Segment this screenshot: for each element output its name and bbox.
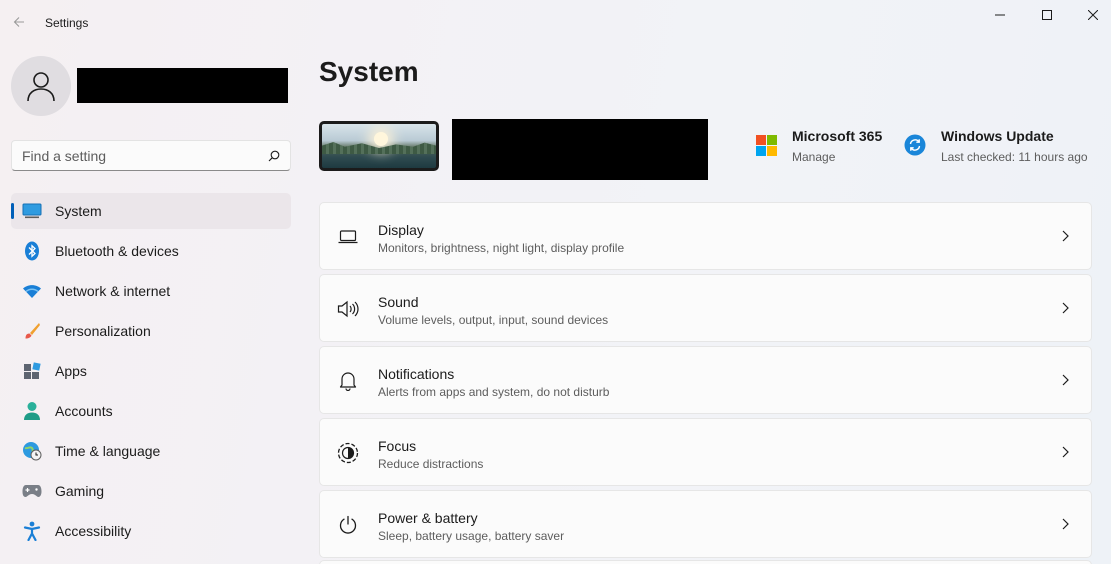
card-notifications[interactable]: Notifications Alerts from apps and syste… <box>319 346 1092 414</box>
card-subtitle: Monitors, brightness, night light, displ… <box>378 241 625 255</box>
sidebar-item-time-language[interactable]: Time & language <box>11 433 291 469</box>
microsoft365-subtitle: Manage <box>792 150 836 164</box>
minimize-icon <box>995 14 1005 16</box>
card-title: Power & battery <box>378 510 478 526</box>
microsoft365-link[interactable]: Microsoft 365 Manage <box>755 128 882 164</box>
avatar[interactable] <box>11 56 71 116</box>
card-display[interactable]: Display Monitors, brightness, night ligh… <box>319 202 1092 270</box>
redacted-device-name <box>452 119 708 180</box>
chevron-right-icon <box>1059 517 1071 531</box>
title-bar: Settings <box>0 0 1111 44</box>
close-icon <box>1088 10 1098 20</box>
search-input[interactable] <box>22 147 268 164</box>
windows-update-icon <box>904 134 926 156</box>
app-title: Settings <box>45 16 89 30</box>
sidebar-item-label: Accounts <box>55 403 113 419</box>
gamepad-icon <box>21 480 43 502</box>
accounts-icon <box>21 400 43 422</box>
chevron-right-icon <box>1059 229 1071 243</box>
redacted-user-name <box>77 68 288 103</box>
globe-clock-icon <box>21 440 43 462</box>
card-sound[interactable]: Sound Volume levels, output, input, soun… <box>319 274 1092 342</box>
sidebar-nav: System Bluetooth & devices Network & int… <box>11 193 291 553</box>
back-arrow-icon <box>13 17 24 27</box>
card-subtitle: Volume levels, output, input, sound devi… <box>378 313 609 327</box>
chevron-right-icon <box>1059 373 1071 387</box>
speaker-icon <box>337 298 359 320</box>
sidebar-item-system[interactable]: System <box>11 193 291 229</box>
power-icon <box>337 514 359 536</box>
search-box[interactable] <box>11 140 291 171</box>
focus-icon <box>337 442 359 464</box>
windows-update-title: Windows Update <box>941 128 1054 144</box>
maximize-button[interactable] <box>1024 0 1070 30</box>
card-subtitle: Sleep, battery usage, battery saver <box>378 529 565 543</box>
desktop-wallpaper-thumbnail[interactable] <box>319 121 439 171</box>
sidebar-item-label: Network & internet <box>55 283 171 299</box>
card-title: Display <box>378 222 424 238</box>
windows-update-status: Last checked: 11 hours ago <box>941 150 1088 164</box>
sidebar-item-bluetooth[interactable]: Bluetooth & devices <box>11 233 291 269</box>
display-icon <box>337 226 359 248</box>
settings-list: Display Monitors, brightness, night ligh… <box>319 202 1092 562</box>
minimize-button[interactable] <box>977 0 1023 30</box>
card-subtitle: Alerts from apps and system, do not dist… <box>378 385 610 399</box>
chevron-right-icon <box>1059 445 1071 459</box>
sidebar-item-label: Bluetooth & devices <box>55 243 179 259</box>
sidebar-item-label: Apps <box>55 363 87 379</box>
wifi-icon <box>21 280 43 302</box>
back-button[interactable] <box>8 11 30 33</box>
accessibility-icon <box>21 520 43 542</box>
card-title: Sound <box>378 294 419 310</box>
bluetooth-icon <box>21 240 43 262</box>
microsoft365-title: Microsoft 365 <box>792 128 883 144</box>
search-icon[interactable] <box>268 150 280 162</box>
card-title: Focus <box>378 438 417 454</box>
card-title: Notifications <box>378 366 455 382</box>
sidebar-item-apps[interactable]: Apps <box>11 353 291 389</box>
card-focus[interactable]: Focus Reduce distractions <box>319 418 1092 486</box>
microsoft-logo-icon <box>755 134 777 156</box>
close-button[interactable] <box>1070 0 1111 30</box>
maximize-icon <box>1042 10 1052 20</box>
page-title: System <box>319 56 419 87</box>
sidebar-item-accessibility[interactable]: Accessibility <box>11 513 291 549</box>
sidebar-item-label: Personalization <box>55 323 151 339</box>
bell-icon <box>337 370 359 392</box>
sidebar-item-accounts[interactable]: Accounts <box>11 393 291 429</box>
chevron-right-icon <box>1059 301 1071 315</box>
sidebar-item-label: Accessibility <box>55 523 132 539</box>
card-power-battery[interactable]: Power & battery Sleep, battery usage, ba… <box>319 490 1092 558</box>
apps-icon <box>21 360 43 382</box>
sidebar-item-gaming[interactable]: Gaming <box>11 473 291 509</box>
card-subtitle: Reduce distractions <box>378 457 484 471</box>
wallpaper-sun <box>374 132 388 146</box>
sidebar-item-personalization[interactable]: Personalization <box>11 313 291 349</box>
sidebar-item-label: Time & language <box>55 443 161 459</box>
brush-icon <box>21 320 43 342</box>
user-icon <box>27 72 55 102</box>
card-next-partial[interactable] <box>319 560 1092 564</box>
windows-update-link[interactable]: Windows Update Last checked: 11 hours ag… <box>904 128 1088 164</box>
system-icon <box>21 200 43 222</box>
sidebar-item-label: Gaming <box>55 483 105 499</box>
sidebar-item-network[interactable]: Network & internet <box>11 273 291 309</box>
sidebar-item-label: System <box>55 203 102 219</box>
